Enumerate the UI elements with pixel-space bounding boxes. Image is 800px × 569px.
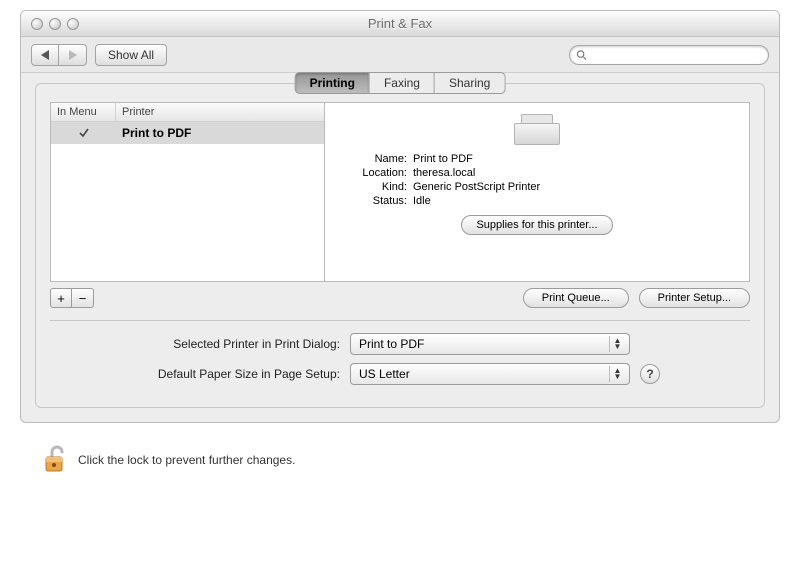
in-menu-check[interactable] xyxy=(51,127,116,139)
popup-arrows-icon: ▲▼ xyxy=(609,336,625,352)
divider xyxy=(50,320,750,321)
remove-printer-button[interactable]: − xyxy=(72,288,94,308)
value-name: Print to PDF xyxy=(413,153,733,165)
default-paper-value: US Letter xyxy=(359,367,410,381)
value-kind: Generic PostScript Printer xyxy=(413,181,733,193)
title-bar: Print & Fax xyxy=(21,11,779,37)
nav-group xyxy=(31,44,87,66)
search-icon xyxy=(576,49,587,61)
printer-list-header: In Menu Printer xyxy=(51,103,324,122)
search-field[interactable] xyxy=(569,45,769,65)
label-location: Location: xyxy=(341,167,413,179)
back-button[interactable] xyxy=(31,44,59,66)
print-queue-button[interactable]: Print Queue... xyxy=(523,288,629,308)
value-location: theresa.local xyxy=(413,167,733,179)
printer-icon xyxy=(514,111,560,145)
popup-arrows-icon: ▲▼ xyxy=(609,366,625,382)
checkmark-icon xyxy=(78,127,90,139)
unlock-icon[interactable] xyxy=(44,445,68,475)
selected-printer-row: Selected Printer in Print Dialog: Print … xyxy=(50,333,750,355)
default-paper-row: Default Paper Size in Page Setup: US Let… xyxy=(50,363,750,385)
default-paper-label: Default Paper Size in Page Setup: xyxy=(50,367,350,381)
selected-printer-popup[interactable]: Print to PDF ▲▼ xyxy=(350,333,630,355)
tabs-panel: Printing Faxing Sharing In Menu Printer … xyxy=(35,83,765,408)
default-paper-popup[interactable]: US Letter ▲▼ xyxy=(350,363,630,385)
tab-bar: Printing Faxing Sharing xyxy=(295,72,506,94)
label-kind: Kind: xyxy=(341,181,413,193)
tab-faxing[interactable]: Faxing xyxy=(370,72,435,94)
printer-row-name: Print to PDF xyxy=(116,126,324,140)
col-printer[interactable]: Printer xyxy=(116,103,324,121)
preferences-window: Print & Fax Show All Printing Faxing Sha… xyxy=(20,10,780,423)
selected-printer-value: Print to PDF xyxy=(359,337,424,351)
window-title: Print & Fax xyxy=(21,16,779,31)
add-remove-group: + − xyxy=(50,288,94,308)
search-input[interactable] xyxy=(591,48,762,62)
printer-setup-button[interactable]: Printer Setup... xyxy=(639,288,750,308)
help-button[interactable]: ? xyxy=(640,364,660,384)
add-printer-button[interactable]: + xyxy=(50,288,72,308)
lock-row: Click the lock to prevent further change… xyxy=(44,445,780,475)
label-status: Status: xyxy=(341,195,413,207)
col-in-menu[interactable]: In Menu xyxy=(51,103,116,121)
triangle-left-icon xyxy=(41,50,49,60)
label-name: Name: xyxy=(341,153,413,165)
value-status: Idle xyxy=(413,195,733,207)
printer-info: Name:Print to PDF Location:theresa.local… xyxy=(325,102,750,282)
triangle-right-icon xyxy=(69,50,77,60)
toolbar: Show All xyxy=(21,37,779,73)
list-actions-row: + − Print Queue... Printer Setup... xyxy=(50,288,750,308)
selected-printer-label: Selected Printer in Print Dialog: xyxy=(50,337,350,351)
tab-sharing[interactable]: Sharing xyxy=(435,72,505,94)
main-panel: In Menu Printer Print to PDF xyxy=(50,102,750,282)
tab-printing[interactable]: Printing xyxy=(295,72,370,94)
printer-list-row[interactable]: Print to PDF xyxy=(51,122,324,144)
printer-list[interactable]: In Menu Printer Print to PDF xyxy=(50,102,325,282)
forward-button[interactable] xyxy=(59,44,87,66)
content-area: Printing Faxing Sharing In Menu Printer … xyxy=(21,73,779,422)
lock-text: Click the lock to prevent further change… xyxy=(78,453,295,467)
show-all-button[interactable]: Show All xyxy=(95,44,167,66)
supplies-button[interactable]: Supplies for this printer... xyxy=(461,215,612,235)
